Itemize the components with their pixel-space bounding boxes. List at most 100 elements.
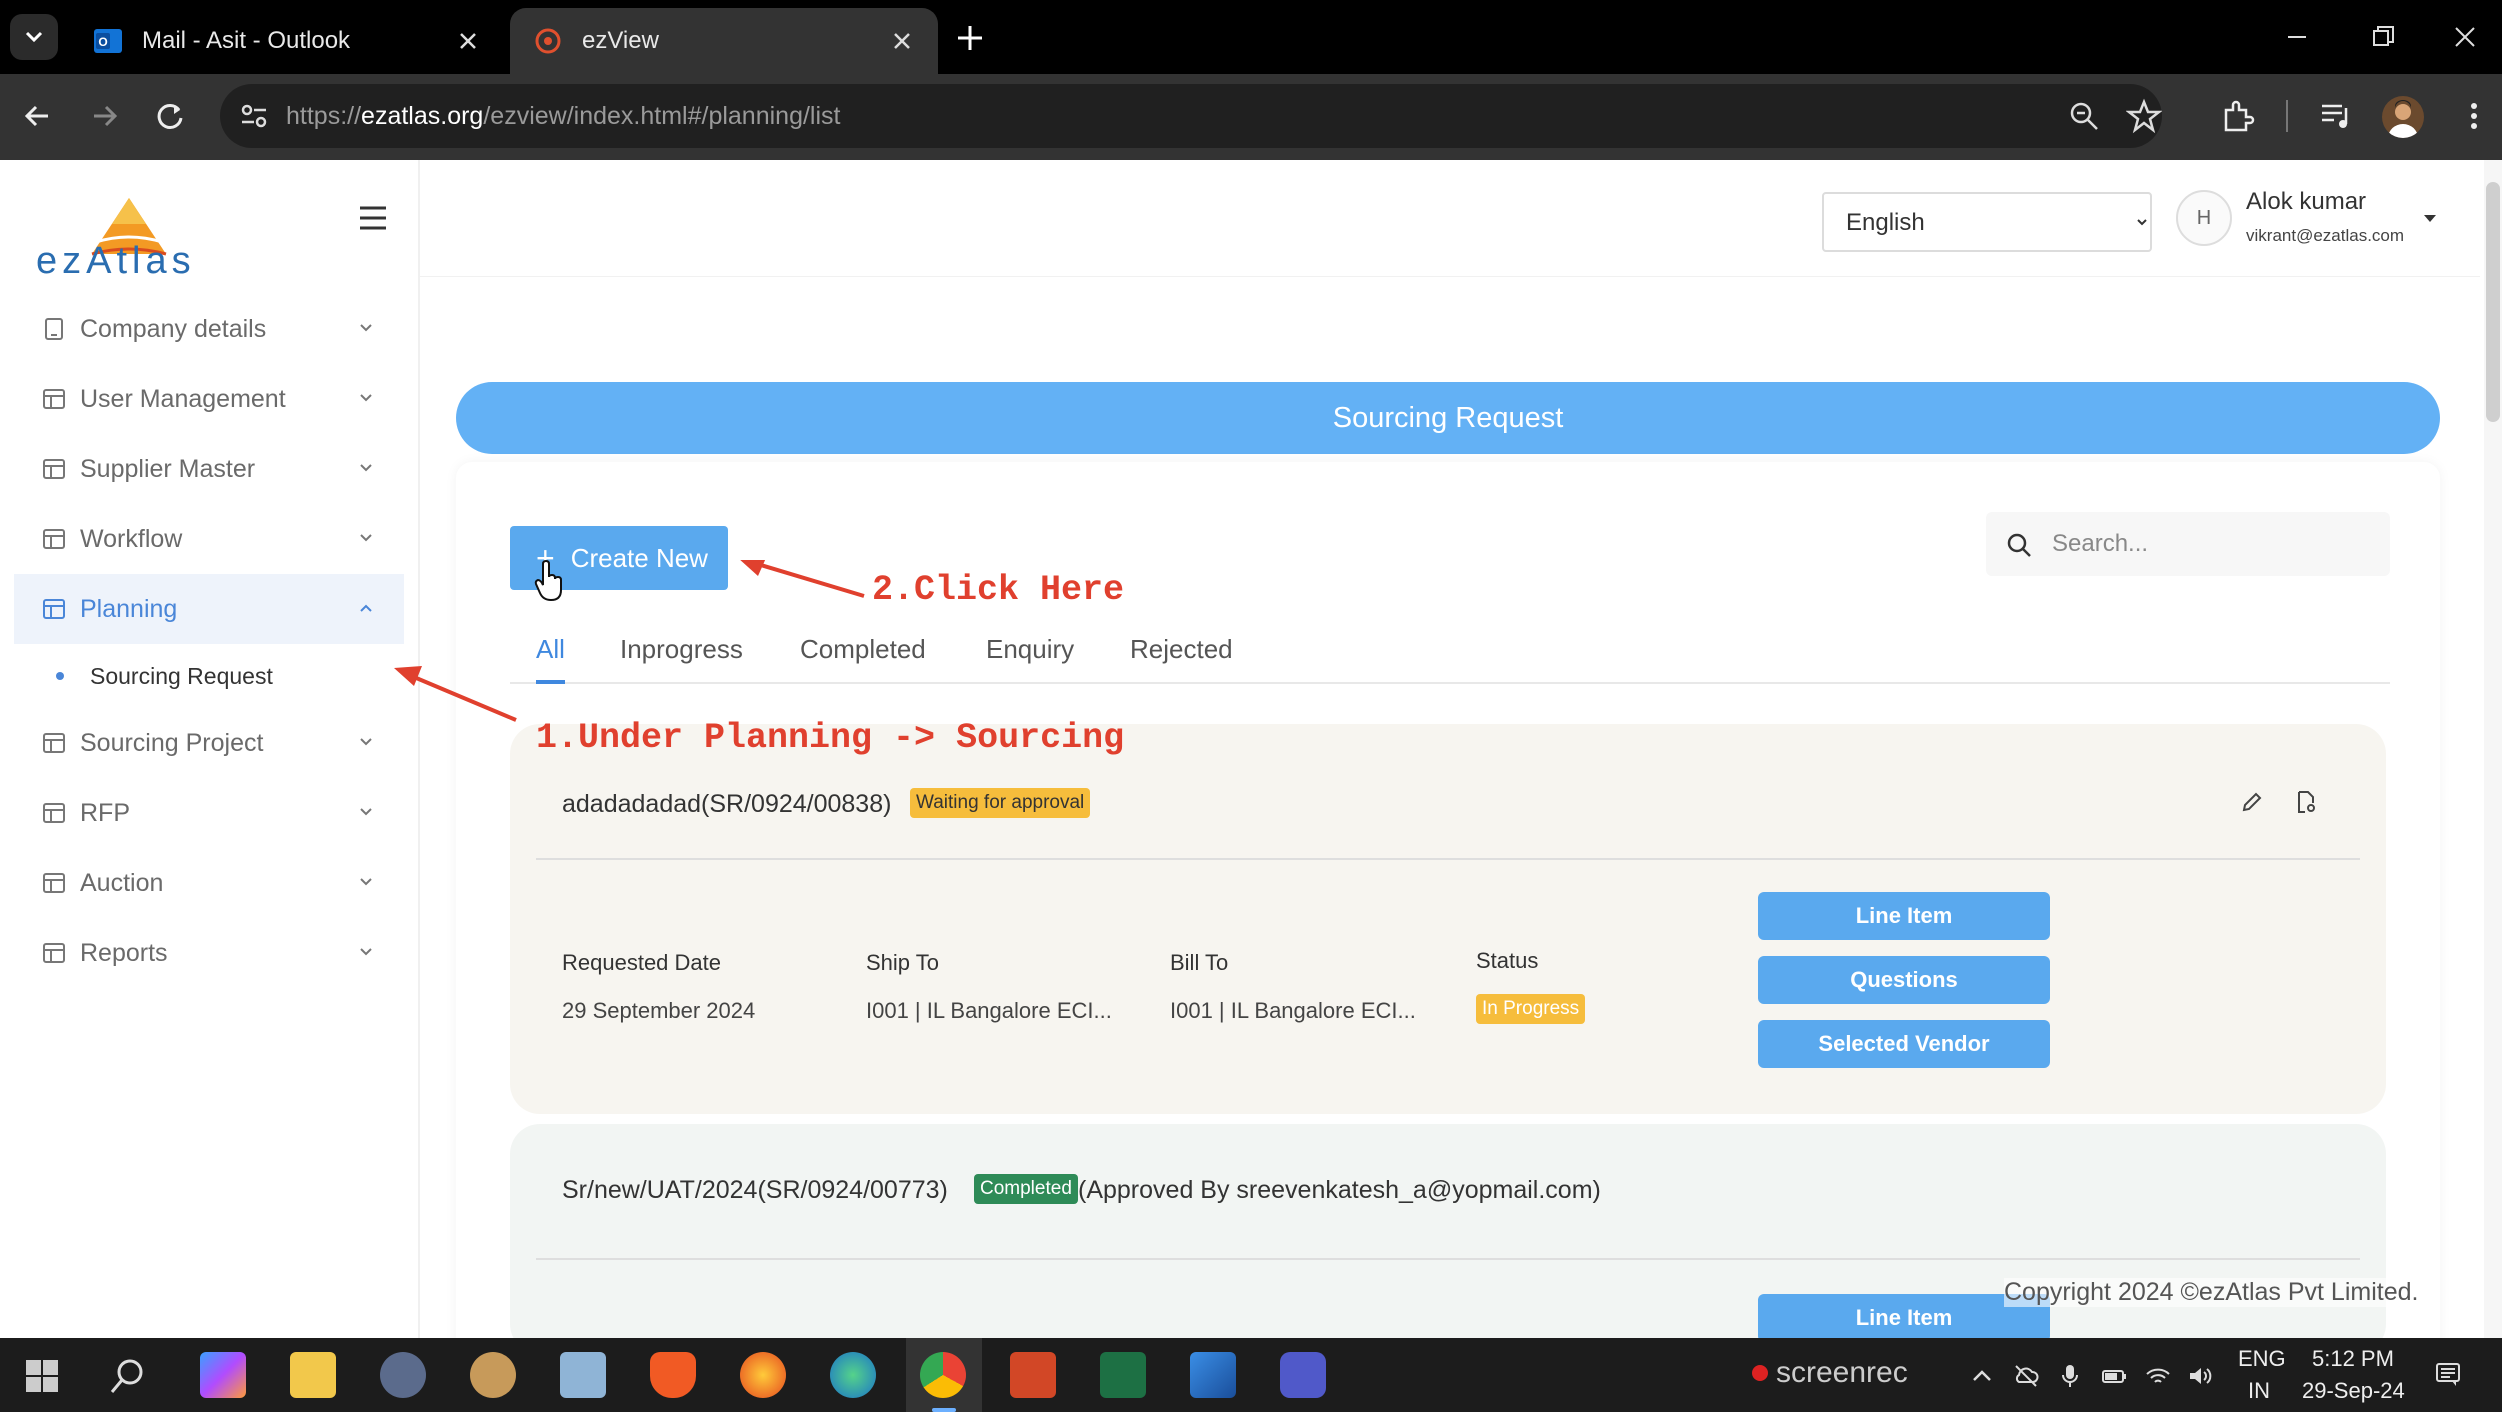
reload-icon[interactable] — [150, 96, 190, 136]
table-icon — [43, 529, 65, 549]
browser-tab-outlook[interactable]: O Mail - Asit - Outlook — [70, 8, 504, 74]
search-icon — [2007, 533, 2031, 557]
user-email: vikrant@ezatlas.com — [2246, 226, 2405, 245]
chevron-down-icon — [360, 948, 372, 956]
firefox-icon[interactable] — [740, 1352, 786, 1398]
selected-vendor-button[interactable]: Selected Vendor — [1758, 1020, 2050, 1068]
back-icon[interactable] — [18, 96, 58, 136]
screenrec-label: screenrec — [1776, 1356, 1908, 1389]
sidebar-item-workflow[interactable]: Workflow — [14, 504, 404, 574]
sidebar-item-rfp[interactable]: RFP — [14, 778, 404, 848]
close-icon[interactable] — [888, 27, 916, 55]
sidebar-item-label: Company details — [80, 314, 267, 343]
approved-by-text: (Approved By sreevenkatesh_a@yopmail.com… — [1078, 1176, 1601, 1204]
wifi-icon[interactable] — [2144, 1362, 2172, 1390]
table-icon — [43, 803, 65, 823]
windows-start-icon[interactable] — [24, 1358, 60, 1394]
chrome-menu-icon[interactable] — [2454, 96, 2494, 136]
bill-to-value: I001 | IL Bangalore ECI... — [1170, 998, 1416, 1023]
input-region: IN — [2248, 1378, 2270, 1403]
cloud-off-icon[interactable] — [2012, 1362, 2040, 1390]
tab-rejected[interactable]: Rejected — [1130, 634, 1233, 684]
request-title[interactable]: Sr/new/UAT/2024(SR/0924/00773) — [562, 1176, 948, 1205]
zoom-icon[interactable] — [2066, 98, 2102, 134]
request-card: adadadadad(SR/0924/00838) Waiting for ap… — [510, 724, 2386, 1114]
search-icon[interactable] — [108, 1356, 148, 1396]
table-icon — [43, 733, 65, 753]
snipping-tool-icon[interactable] — [380, 1352, 426, 1398]
input-language[interactable]: ENG — [2238, 1346, 2286, 1372]
hamburger-menu-icon[interactable] — [358, 204, 388, 232]
chevron-down-icon — [360, 324, 372, 332]
request-card: Sr/new/UAT/2024(SR/0924/00773) Completed… — [510, 1124, 2386, 1354]
language-select[interactable]: English — [1822, 192, 2152, 252]
line-item-button[interactable]: Line Item — [1758, 892, 2050, 940]
star-icon[interactable] — [2126, 98, 2162, 134]
url-path: /ezview/index.html#/planning/list — [483, 102, 841, 130]
sidebar-item-auction[interactable]: Auction — [14, 848, 404, 918]
avatar[interactable]: H — [2176, 190, 2232, 246]
sidebar-item-reports[interactable]: Reports — [14, 918, 404, 988]
paint-icon[interactable] — [470, 1352, 516, 1398]
excel-icon[interactable] — [1100, 1352, 1146, 1398]
edge-icon[interactable] — [830, 1352, 876, 1398]
clock-time[interactable]: 5:12 PM — [2312, 1346, 2394, 1372]
file-explorer-icon[interactable] — [290, 1352, 336, 1398]
sidebar-item-label: Workflow — [80, 524, 183, 553]
edit-pencil-icon[interactable] — [2240, 790, 2264, 814]
search-box — [1986, 512, 2390, 576]
battery-icon[interactable] — [2100, 1362, 2128, 1390]
omnibox[interactable]: https://ezatlas.org/ezview/index.html#/p… — [220, 84, 2162, 148]
copilot-icon[interactable] — [200, 1352, 246, 1398]
extensions-icon[interactable] — [2218, 96, 2258, 136]
sidebar-item-sourcing-project[interactable]: Sourcing Project — [14, 708, 404, 778]
questions-button[interactable]: Questions — [1758, 956, 2050, 1004]
notifications-icon[interactable] — [2434, 1360, 2462, 1388]
sidebar-item-company-details[interactable]: Company details — [14, 294, 404, 364]
table-icon — [43, 389, 65, 409]
table-icon — [43, 599, 65, 619]
new-tab-icon[interactable] — [952, 20, 988, 56]
status-badge: In Progress — [1476, 994, 1586, 1024]
teams-icon[interactable] — [1280, 1352, 1326, 1398]
forward-icon[interactable] — [84, 96, 124, 136]
browser-tab-ezview[interactable]: ezView — [510, 8, 938, 74]
volume-icon[interactable] — [2186, 1362, 2214, 1390]
restore-icon[interactable] — [2368, 22, 2398, 52]
scrollbar-thumb[interactable] — [2486, 182, 2500, 422]
site-info-icon[interactable] — [234, 96, 274, 136]
annotation-step1: 1.Under Planning -> Sourcing — [536, 718, 1125, 758]
minimize-icon[interactable] — [2282, 22, 2312, 52]
close-window-icon[interactable] — [2450, 22, 2480, 52]
copyright-text: Copyright 2024 ©ezAtlas Pvt Limited. — [2004, 1278, 2419, 1307]
caret-down-icon[interactable] — [2422, 212, 2438, 224]
sidebar-subitem-sourcing-request[interactable]: Sourcing Request — [14, 644, 404, 708]
tab-search-button[interactable] — [10, 14, 58, 60]
screenrec-indicator[interactable]: screenrec — [1752, 1356, 1908, 1390]
close-icon[interactable] — [454, 27, 482, 55]
powerpoint-icon[interactable] — [1010, 1352, 1056, 1398]
chrome-icon[interactable] — [920, 1352, 966, 1398]
sidebar-item-supplier-master[interactable]: Supplier Master — [14, 434, 404, 504]
sidebar-item-user-management[interactable]: User Management — [14, 364, 404, 434]
chevron-down-icon — [360, 534, 372, 542]
windows-taskbar: screenrec ENG IN 5:12 PM 29-Sep-24 — [0, 1338, 2502, 1412]
card-divider — [536, 1258, 2360, 1260]
media-controls-icon[interactable] — [2316, 96, 2356, 136]
sidebar-item-label: Sourcing Project — [80, 728, 264, 757]
sidebar-item-planning[interactable]: Planning — [14, 574, 404, 644]
avatar-fallback-text: H — [2196, 206, 2212, 229]
photos-icon[interactable] — [1190, 1352, 1236, 1398]
document-view-icon[interactable] — [2294, 790, 2318, 814]
request-title[interactable]: adadadadad(SR/0924/00838) — [562, 790, 891, 819]
chevron-down-icon — [360, 878, 372, 886]
profile-avatar[interactable] — [2382, 96, 2424, 138]
brave-icon[interactable] — [650, 1352, 696, 1398]
url-text[interactable]: https://ezatlas.org/ezview/index.html#/p… — [286, 102, 840, 131]
tab-enquiry[interactable]: Enquiry — [986, 634, 1074, 684]
notepad-icon[interactable] — [560, 1352, 606, 1398]
bullet-icon — [56, 672, 64, 680]
chevron-up-icon[interactable] — [1968, 1362, 1996, 1390]
search-input[interactable] — [2052, 522, 2372, 566]
microphone-icon[interactable] — [2056, 1362, 2084, 1390]
